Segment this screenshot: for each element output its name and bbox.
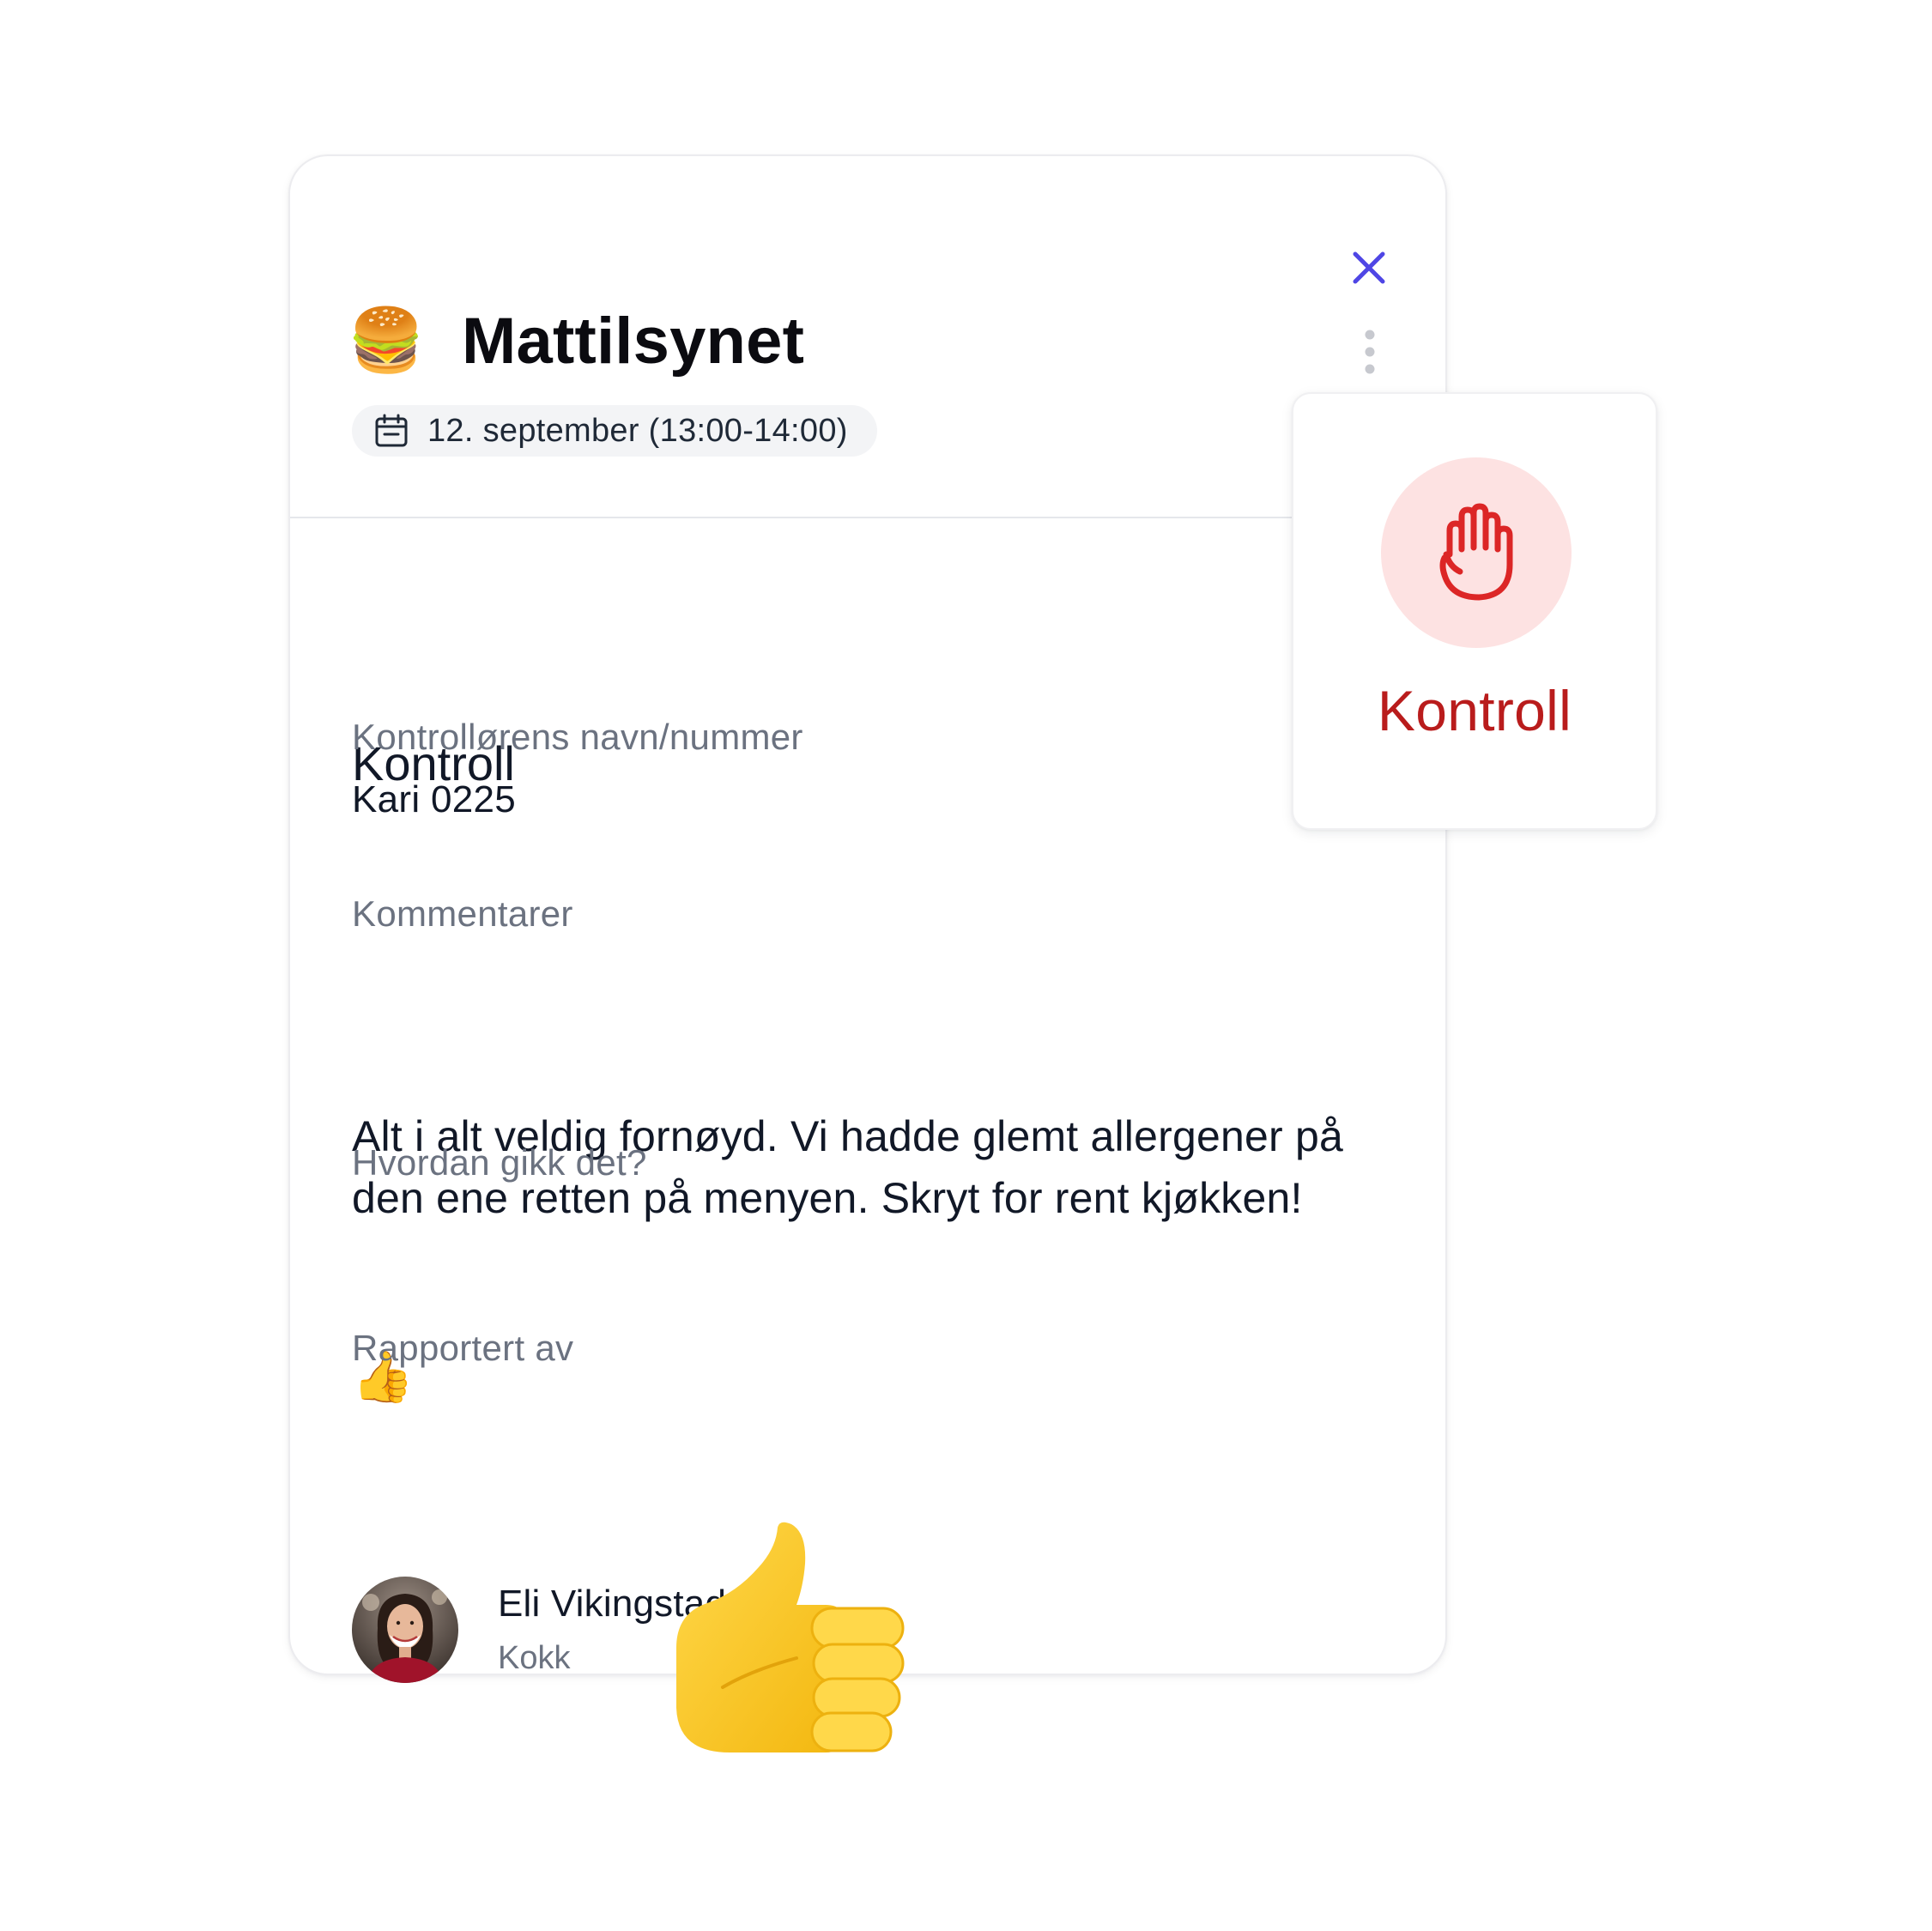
- close-icon: [1353, 251, 1385, 284]
- avatar: [352, 1577, 458, 1683]
- date-label: 12. september (13:00-14:00): [427, 412, 848, 449]
- comments-label: Kommentarer: [352, 893, 573, 934]
- close-button[interactable]: [1328, 228, 1410, 311]
- page-title: Mattilsynet: [462, 304, 805, 378]
- burger-icon: 🍔: [348, 306, 425, 375]
- date-chip: 12. september (13:00-14:00): [352, 405, 877, 457]
- rating-label: Hvordan gikk det?: [352, 1142, 647, 1183]
- more-options-button[interactable]: [1351, 307, 1389, 402]
- calendar-icon: [375, 414, 408, 447]
- title-row: 🍔 Mattilsynet: [348, 294, 805, 388]
- inspector-label: Kontrollørens navn/nummer: [352, 717, 803, 757]
- status-card: Kontroll: [1292, 392, 1657, 830]
- vertical-dots-icon: [1365, 330, 1375, 374]
- status-icon-circle: [1381, 457, 1572, 648]
- status-label: Kontroll: [1377, 679, 1572, 742]
- raised-hand-icon: [1439, 503, 1513, 601]
- card-header: 🍔 Mattilsynet 12. september (13:00-14:00…: [290, 156, 1445, 518]
- activity-detail-card: 🍔 Mattilsynet 12. september (13:00-14:00…: [288, 154, 1447, 1683]
- reported-by-label: Rapportert av: [352, 1328, 574, 1368]
- large-thumbs-up-icon: [676, 1522, 905, 1752]
- inspector-value: Kari 0225: [352, 778, 517, 820]
